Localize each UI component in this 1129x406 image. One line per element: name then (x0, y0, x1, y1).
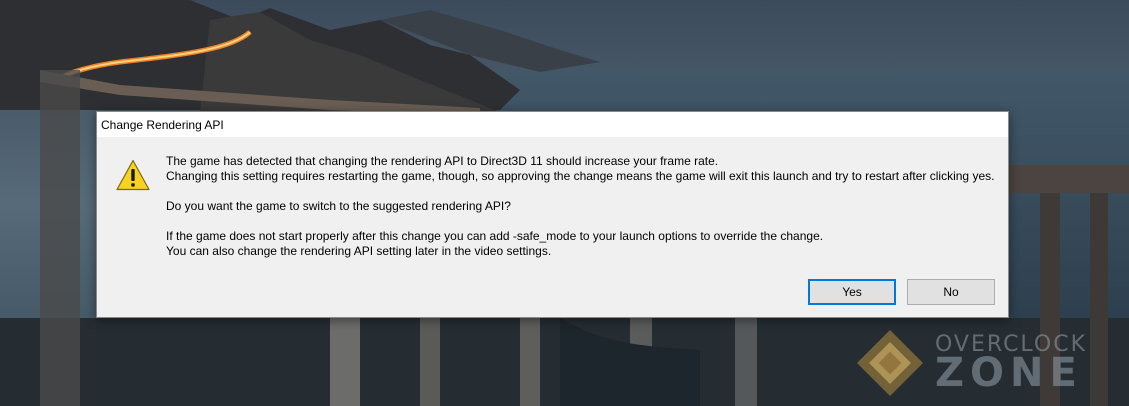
message-line: Do you want the game to switch to the su… (166, 199, 511, 213)
message-line: Changing this setting requires restartin… (166, 169, 995, 183)
overclockzone-logo-icon (857, 330, 923, 396)
message-line: If the game does not start properly afte… (166, 229, 824, 243)
dialog-titlebar[interactable]: Change Rendering API (97, 112, 1008, 137)
dialog-content: The game has detected that changing the … (97, 137, 1008, 318)
dialog-title: Change Rendering API (101, 118, 224, 132)
yes-button[interactable]: Yes (808, 279, 896, 305)
message-paragraph-3: If the game does not start properly afte… (166, 229, 996, 259)
message-paragraph-2: Do you want the game to switch to the su… (166, 199, 996, 214)
message-paragraph-1: The game has detected that changing the … (166, 154, 996, 184)
dialog-message: The game has detected that changing the … (166, 154, 996, 274)
no-button[interactable]: No (907, 279, 995, 305)
warning-icon (116, 159, 150, 191)
message-line: The game has detected that changing the … (166, 154, 719, 168)
change-rendering-api-dialog: Change Rendering API The game has detect… (96, 111, 1009, 318)
watermark-text-line2: ZONE (935, 350, 1083, 396)
message-line: You can also change the rendering API se… (166, 244, 552, 258)
desktop-wallpaper: OVERCLOCK ZONE Change Rendering API The … (0, 0, 1129, 406)
watermark-logo: OVERCLOCK ZONE (855, 318, 1129, 406)
